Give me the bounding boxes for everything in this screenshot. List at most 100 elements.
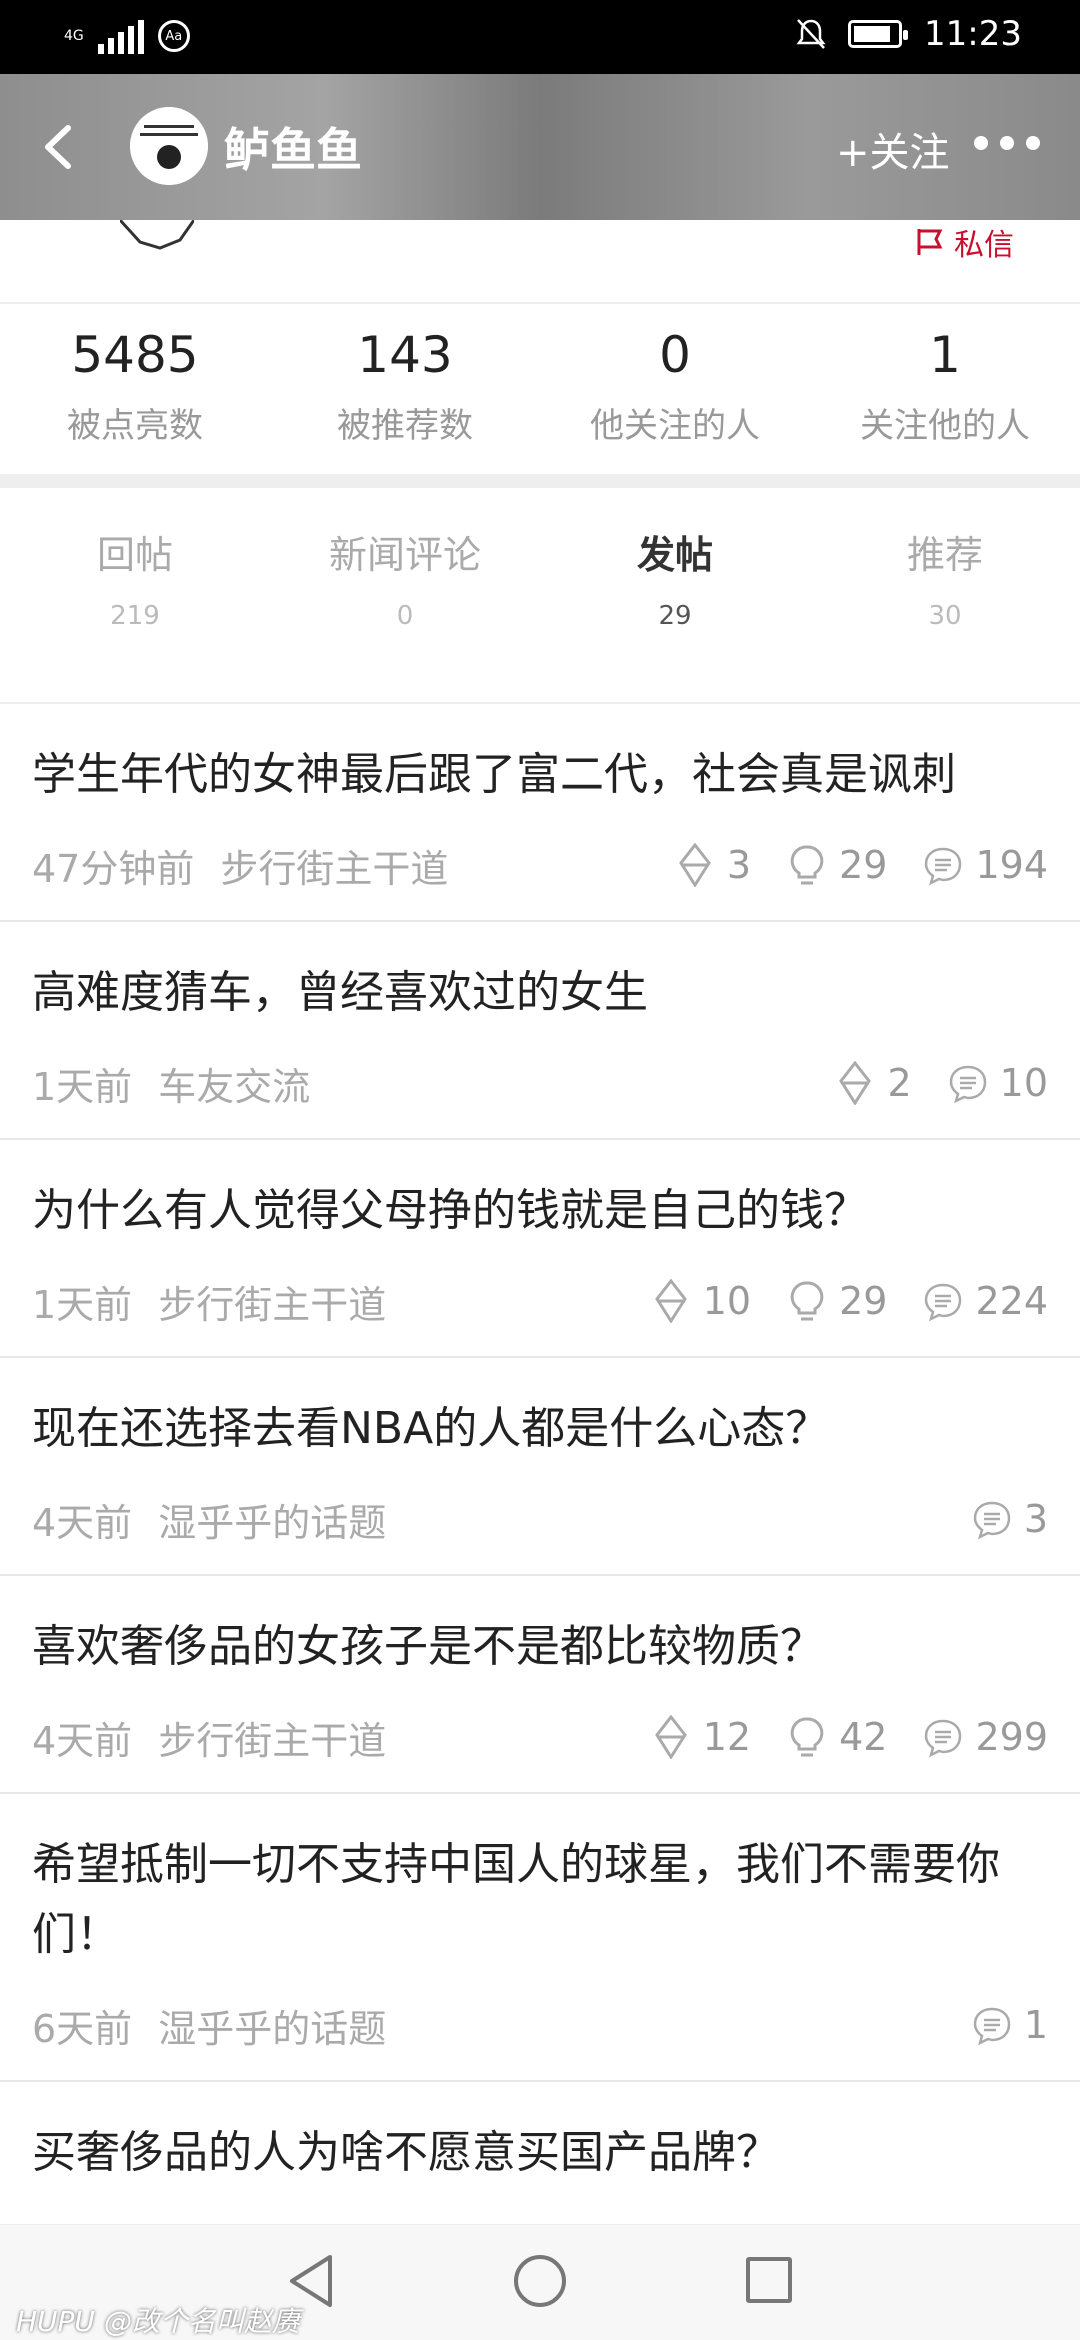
comment-icon [925, 847, 962, 886]
recommend-count: 42 [839, 1715, 888, 1759]
status-bar: 4G Aa 11:23 [0, 0, 1080, 74]
light-count: 2 [887, 1061, 912, 1105]
post-board: 车友交流 [158, 1064, 311, 1109]
nav-recents-icon[interactable] [746, 2257, 792, 2303]
list-item[interactable]: 为什么有人觉得父母挣的钱就是自己的钱？ 1天前 步行街主干道 10 29 224 [0, 1140, 1080, 1358]
network-type: 4G [64, 28, 84, 44]
comment-icon [973, 1501, 1011, 1540]
post-time: 1天前 [32, 1282, 133, 1327]
recommend-count: 29 [839, 843, 888, 887]
stat-recommended[interactable]: 143 被推荐数 [270, 304, 540, 474]
post-board: 步行街主干道 [158, 1282, 387, 1327]
signal-icon [97, 18, 144, 54]
reply-count: 299 [975, 1715, 1048, 1759]
stat-label: 他关注的人 [590, 406, 760, 446]
post-title: 现在还选择去看NBA的人都是什么心态？ [32, 1403, 830, 1454]
post-title: 高难度猜车，曾经喜欢过的女生 [32, 967, 648, 1018]
content-tabs: 回帖 219 新闻评论 0 发帖 29 推荐 30 [0, 488, 1080, 704]
clock: 11:23 [924, 14, 1022, 54]
post-title: 学生年代的女神最后跟了富二代，社会真是讽刺 [32, 749, 956, 800]
profile-stats: 5485 被点亮数 143 被推荐数 0 他关注的人 1 关注他的人 [0, 304, 1080, 474]
post-time: 4天前 [32, 1718, 133, 1763]
tab-label: 新闻评论 [328, 533, 481, 577]
light-icon [654, 1715, 687, 1759]
light-icon [839, 1061, 872, 1105]
font-size-icon: Aa [157, 20, 190, 52]
stat-lights[interactable]: 5485 被点亮数 [0, 304, 270, 474]
tab-recommended[interactable]: 推荐 30 [810, 488, 1080, 702]
recommend-bulb-icon [790, 1717, 824, 1757]
light-count: 3 [726, 843, 752, 887]
post-time: 6天前 [32, 2006, 133, 2051]
post-board: 步行街主干道 [220, 846, 449, 891]
reply-count: 194 [975, 843, 1048, 887]
post-time: 47分钟前 [32, 846, 195, 891]
post-board: 湿乎乎的话题 [158, 2006, 387, 2051]
post-title: 为什么有人觉得父母挣的钱就是自己的钱？ [32, 1185, 868, 1236]
battery-icon [848, 20, 909, 48]
avatar-peek [120, 220, 194, 250]
tab-count: 30 [928, 601, 962, 631]
stat-value: 5485 [71, 326, 199, 384]
stat-label: 被推荐数 [337, 406, 473, 446]
private-message-button[interactable]: 私信 [916, 220, 1014, 264]
nav-home-icon[interactable] [514, 2255, 566, 2307]
reply-count: 1 [1023, 2003, 1048, 2047]
list-item[interactable]: 买奢侈品的人为啥不愿意买国产品牌？ [0, 2082, 1080, 2188]
comment-icon [973, 2007, 1011, 2046]
recommend-count: 29 [839, 1279, 888, 1323]
list-item[interactable]: 现在还选择去看NBA的人都是什么心态？ 4天前 湿乎乎的话题 3 [0, 1358, 1080, 1576]
stat-value: 0 [659, 326, 691, 384]
stat-value: 1 [929, 326, 961, 384]
post-board: 湿乎乎的话题 [158, 1500, 387, 1545]
watermark: HUPU @改个名叫赵赓 [16, 2305, 300, 2338]
light-count: 10 [702, 1279, 752, 1323]
stat-label: 被点亮数 [67, 406, 203, 446]
stat-followers[interactable]: 1 关注他的人 [810, 304, 1080, 474]
tab-label: 回帖 [96, 533, 173, 577]
back-arrow-icon[interactable] [34, 120, 84, 174]
stat-value: 143 [357, 326, 453, 384]
post-list: 学生年代的女神最后跟了富二代，社会真是讽刺 47分钟前 步行街主干道 3 29 … [0, 704, 1080, 2188]
comment-icon [925, 1719, 962, 1758]
list-item[interactable]: 希望抵制一切不支持中国人的球星，我们不需要你们！ 6天前 湿乎乎的话题 1 [0, 1794, 1080, 2082]
comment-icon [949, 1065, 986, 1104]
light-icon [654, 1279, 687, 1323]
tab-label: 推荐 [906, 533, 983, 577]
reply-count: 224 [975, 1279, 1048, 1323]
stat-label: 关注他的人 [860, 406, 1030, 446]
profile-header: 鲈鱼鱼 +关注 [0, 74, 1080, 220]
more-options-icon[interactable] [974, 136, 1040, 150]
post-title: 喜欢奢侈品的女孩子是不是都比较物质？ [32, 1621, 824, 1672]
private-message-label: 私信 [954, 228, 1014, 263]
post-title: 买奢侈品的人为啥不愿意买国产品牌？ [32, 2127, 780, 2178]
username: 鲈鱼鱼 [224, 123, 362, 177]
tab-news-comments[interactable]: 新闻评论 0 [270, 488, 540, 702]
tab-posts[interactable]: 发帖 29 [540, 488, 810, 702]
tab-count: 29 [658, 601, 692, 631]
flag-icon [917, 229, 943, 255]
post-time: 4天前 [32, 1500, 133, 1545]
recommend-bulb-icon [790, 845, 824, 885]
tab-label: 发帖 [636, 533, 713, 577]
profile-summary-peek: 私信 [0, 220, 1080, 304]
post-board: 步行街主干道 [158, 1718, 387, 1763]
light-count: 12 [702, 1715, 752, 1759]
follow-button[interactable]: +关注 [836, 120, 950, 178]
stat-following[interactable]: 0 他关注的人 [540, 304, 810, 474]
comment-icon [925, 1283, 962, 1322]
reply-count: 10 [999, 1061, 1048, 1105]
light-icon [679, 843, 711, 887]
mute-bell-icon [796, 19, 826, 49]
avatar[interactable] [130, 107, 208, 185]
recommend-bulb-icon [790, 1281, 824, 1321]
tab-count: 219 [110, 601, 160, 631]
post-time: 1天前 [32, 1064, 133, 1109]
tab-count: 0 [396, 601, 414, 631]
post-title: 希望抵制一切不支持中国人的球星，我们不需要你们！ [32, 1839, 1000, 1960]
tab-replies[interactable]: 回帖 219 [0, 488, 270, 702]
list-item[interactable]: 高难度猜车，曾经喜欢过的女生 1天前 车友交流 2 10 [0, 922, 1080, 1140]
list-item[interactable]: 学生年代的女神最后跟了富二代，社会真是讽刺 47分钟前 步行街主干道 3 29 … [0, 704, 1080, 922]
reply-count: 3 [1023, 1497, 1048, 1541]
list-item[interactable]: 喜欢奢侈品的女孩子是不是都比较物质？ 4天前 步行街主干道 12 42 299 [0, 1576, 1080, 1794]
